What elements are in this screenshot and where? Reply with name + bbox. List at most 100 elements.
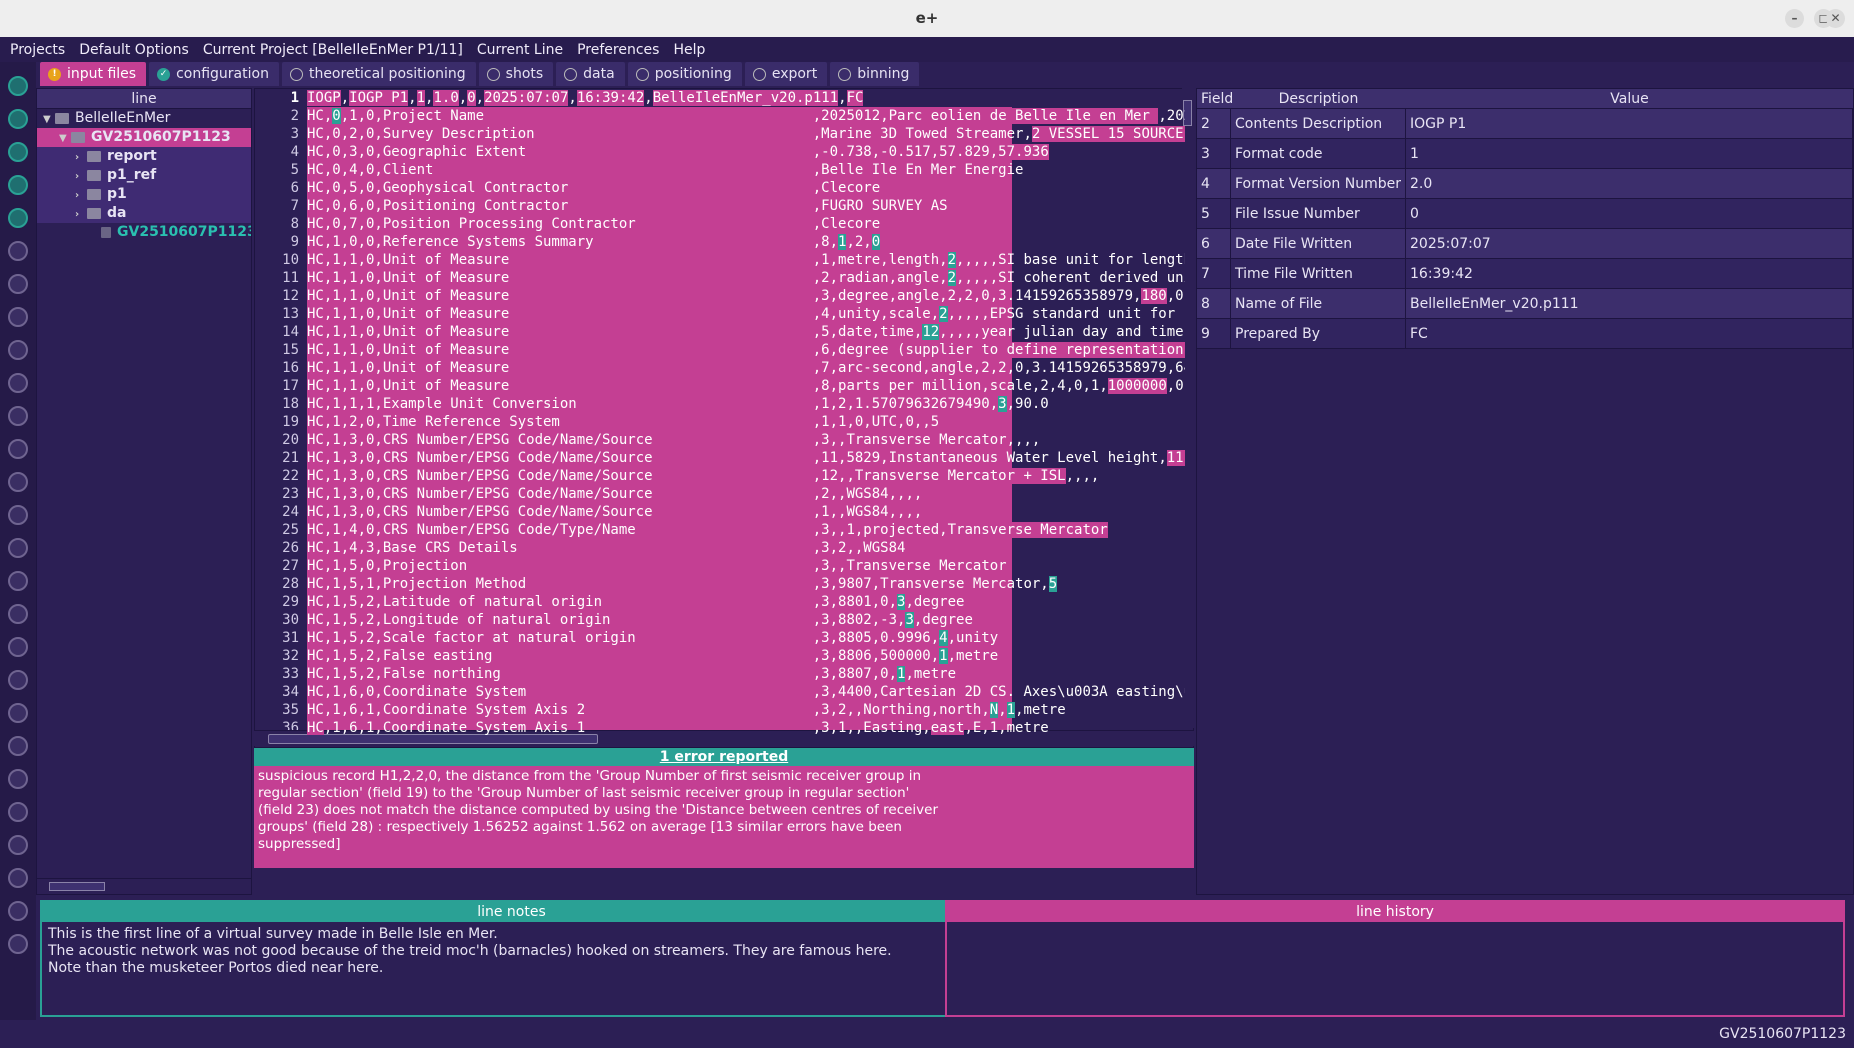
play-icon[interactable] [8, 142, 28, 162]
save-icon[interactable] [8, 208, 28, 228]
code-line[interactable]: 25 HC,1,4,0,CRS Number/EPSG Code/Type/Nam… [255, 521, 1185, 539]
doc-icon[interactable] [8, 604, 28, 624]
code-line[interactable]: 1 IOGP,IOGP P1,1,1.0,0,2025:07:07,16:39:4… [255, 89, 1185, 107]
table-row[interactable]: 8 Name of File BelleIleEnMer_v20.p111 [1197, 289, 1853, 319]
code-line[interactable]: 20 HC,1,3,0,CRS Number/EPSG Code/Name/Sou… [255, 431, 1185, 449]
page-icon[interactable] [8, 835, 28, 855]
code-line[interactable]: 18 HC,1,1,1,Example Unit Conversion ,1,2,… [255, 395, 1185, 413]
code-line[interactable]: 28 HC,1,5,1,Projection Method ,3,9807,Tra… [255, 575, 1185, 593]
tree-item[interactable]: › da [37, 204, 251, 223]
code-line[interactable]: 10 HC,1,1,0,Unit of Measure ,1,metre,leng… [255, 251, 1185, 269]
code-line[interactable]: 14 HC,1,1,0,Unit of Measure ,5,date,time,… [255, 323, 1185, 341]
menu-projects[interactable]: Projects [10, 42, 65, 58]
camera-icon[interactable] [8, 736, 28, 756]
code-line[interactable]: 16 HC,1,1,0,Unit of Measure ,7,arc-second… [255, 359, 1185, 377]
tab-positioning[interactable]: positioning [627, 62, 742, 86]
3d-icon[interactable] [8, 307, 28, 327]
xyz-icon[interactable] [8, 274, 28, 294]
tree-item[interactable]: GV2510607P1123_v20.p [37, 223, 251, 242]
lock-icon[interactable] [8, 76, 28, 96]
line-notes-text[interactable]: This is the first line of a virtual surv… [42, 922, 981, 981]
tree-item[interactable]: ▼ BelleIleEnMer [37, 109, 251, 128]
settings-icon[interactable] [8, 175, 28, 195]
code-line[interactable]: 6 HC,0,5,0,Geophysical Contractor ,Clecor… [255, 179, 1185, 197]
code-line[interactable]: 11 HC,1,1,0,Unit of Measure ,2,radian,ang… [255, 269, 1185, 287]
code-line[interactable]: 3 HC,0,2,0,Survey Description ,Marine 3D … [255, 125, 1185, 143]
expand-arrow-icon[interactable]: › [75, 186, 87, 204]
code-line[interactable]: 5 HC,0,4,0,Client ,Belle Ile En Mer Energ… [255, 161, 1185, 179]
tab-binning[interactable]: binning [830, 62, 920, 86]
code-line[interactable]: 26 HC,1,4,3,Base CRS Details ,3,2,,WGS84 [255, 539, 1185, 557]
search-icon[interactable] [8, 439, 28, 459]
table-row[interactable]: 6 Date File Written 2025:07:07 [1197, 229, 1853, 259]
edit-icon[interactable] [8, 538, 28, 558]
code-line[interactable]: 4 HC,0,3,0,Geographic Extent ,-0.738,-0.5… [255, 143, 1185, 161]
menu-help[interactable]: Help [673, 42, 705, 58]
table-row[interactable]: 2 Contents Description IOGP P1 [1197, 109, 1853, 139]
col-description[interactable]: Description [1231, 89, 1406, 108]
expand-arrow-icon[interactable]: ▼ [59, 129, 71, 147]
tab-shots[interactable]: shots [478, 62, 554, 86]
code-editor[interactable]: 1 IOGP,IOGP P1,1,1.0,0,2025:07:07,16:39:4… [254, 88, 1194, 748]
code-line[interactable]: 36 HC,1,6,1,Coordinate System Axis 1 ,3,1… [255, 719, 1185, 735]
code-line[interactable]: 32 HC,1,5,2,False easting ,3,8806,500000,… [255, 647, 1185, 665]
code-line[interactable]: 31 HC,1,5,2,Scale factor at natural origi… [255, 629, 1185, 647]
disk-icon[interactable] [8, 802, 28, 822]
tree-item[interactable]: › p1 [37, 185, 251, 204]
code-line[interactable]: 21 HC,1,3,0,CRS Number/EPSG Code/Name/Sou… [255, 449, 1185, 467]
code-line[interactable]: 33 HC,1,5,2,False northing ,3,8807,0,1,me… [255, 665, 1185, 683]
code-line[interactable]: 27 HC,1,5,0,Projection ,3,,Transverse Mer… [255, 557, 1185, 575]
code-line[interactable]: 2 HC,0,1,0,Project Name ,2025012,Parc eol… [255, 107, 1185, 125]
table-row[interactable]: 9 Prepared By FC [1197, 319, 1853, 349]
col-field[interactable]: Field [1197, 89, 1233, 108]
code-line[interactable]: 23 HC,1,3,0,CRS Number/EPSG Code/Name/Sou… [255, 485, 1185, 503]
code-line[interactable]: 30 HC,1,5,2,Longitude of natural origin ,… [255, 611, 1185, 629]
grid-icon[interactable] [8, 241, 28, 261]
tree-hscroll-thumb[interactable] [49, 882, 105, 891]
expand-arrow-icon[interactable]: › [75, 148, 87, 166]
code-line[interactable]: 15 HC,1,1,0,Unit of Measure ,6,degree (su… [255, 341, 1185, 359]
code-line[interactable]: 8 HC,0,7,0,Position Processing Contractor… [255, 215, 1185, 233]
menu-preferences[interactable]: Preferences [577, 42, 659, 58]
filter-icon[interactable] [8, 406, 28, 426]
menu-default-options[interactable]: Default Options [79, 42, 189, 58]
tab-configuration[interactable]: ✓ configuration [149, 62, 279, 86]
tree-item[interactable]: › report [37, 147, 251, 166]
code-line[interactable]: 13 HC,1,1,0,Unit of Measure ,4,unity,scal… [255, 305, 1185, 323]
wave-icon[interactable] [8, 637, 28, 657]
tree-item[interactable]: › p1_ref [37, 166, 251, 185]
expand-arrow-icon[interactable]: › [75, 205, 87, 223]
code-line[interactable]: 22 HC,1,3,0,CRS Number/EPSG Code/Name/Sou… [255, 467, 1185, 485]
code-line[interactable]: 29 HC,1,5,2,Latitude of natural origin ,3… [255, 593, 1185, 611]
tab-input-files[interactable]: ! input files [40, 62, 147, 86]
code-line[interactable]: 9 HC,1,0,0,Reference Systems Summary ,8,1… [255, 233, 1185, 251]
tree-item[interactable]: ▼ GV2510607P1123 [37, 128, 251, 147]
col-value[interactable]: Value [1406, 89, 1853, 108]
error-header[interactable]: 1 error reported [254, 748, 1194, 766]
network-icon[interactable] [8, 373, 28, 393]
file-icon[interactable] [8, 109, 28, 129]
gear-icon[interactable] [8, 505, 28, 525]
share-icon[interactable] [8, 340, 28, 360]
bolt-icon[interactable] [8, 868, 28, 888]
expand-arrow-icon[interactable]: ▼ [43, 110, 55, 128]
table-row[interactable]: 3 Format code 1 [1197, 139, 1853, 169]
menu-current-project[interactable]: Current Project [BelleIleEnMer P1/11] [203, 42, 463, 58]
code-line[interactable]: 7 HC,0,6,0,Positioning Contractor ,FUGRO … [255, 197, 1185, 215]
editor-vscrollbar[interactable] [1182, 88, 1194, 728]
code-line[interactable]: 19 HC,1,2,0,Time Reference System ,1,1,0,… [255, 413, 1185, 431]
code-line[interactable]: 34 HC,1,6,0,Coordinate System ,3,4400,Car… [255, 683, 1185, 701]
table-row[interactable]: 7 Time File Written 16:39:42 [1197, 259, 1853, 289]
table-row[interactable]: 4 Format Version Number 2.0 [1197, 169, 1853, 199]
disk2-icon[interactable] [8, 934, 28, 954]
link-icon[interactable] [8, 703, 28, 723]
tab-theoretical-positioning[interactable]: theoretical positioning [281, 62, 476, 86]
target-icon[interactable] [8, 901, 28, 921]
tab-export[interactable]: export [744, 62, 828, 86]
tab-data[interactable]: data [556, 62, 625, 86]
close-icon[interactable]: ✕ [1826, 9, 1845, 28]
tree-hscrollbar[interactable] [37, 878, 251, 894]
code-line[interactable]: 12 HC,1,1,0,Unit of Measure ,3,degree,ang… [255, 287, 1185, 305]
code-line[interactable]: 24 HC,1,3,0,CRS Number/EPSG Code/Name/Sou… [255, 503, 1185, 521]
report-icon[interactable] [8, 769, 28, 789]
